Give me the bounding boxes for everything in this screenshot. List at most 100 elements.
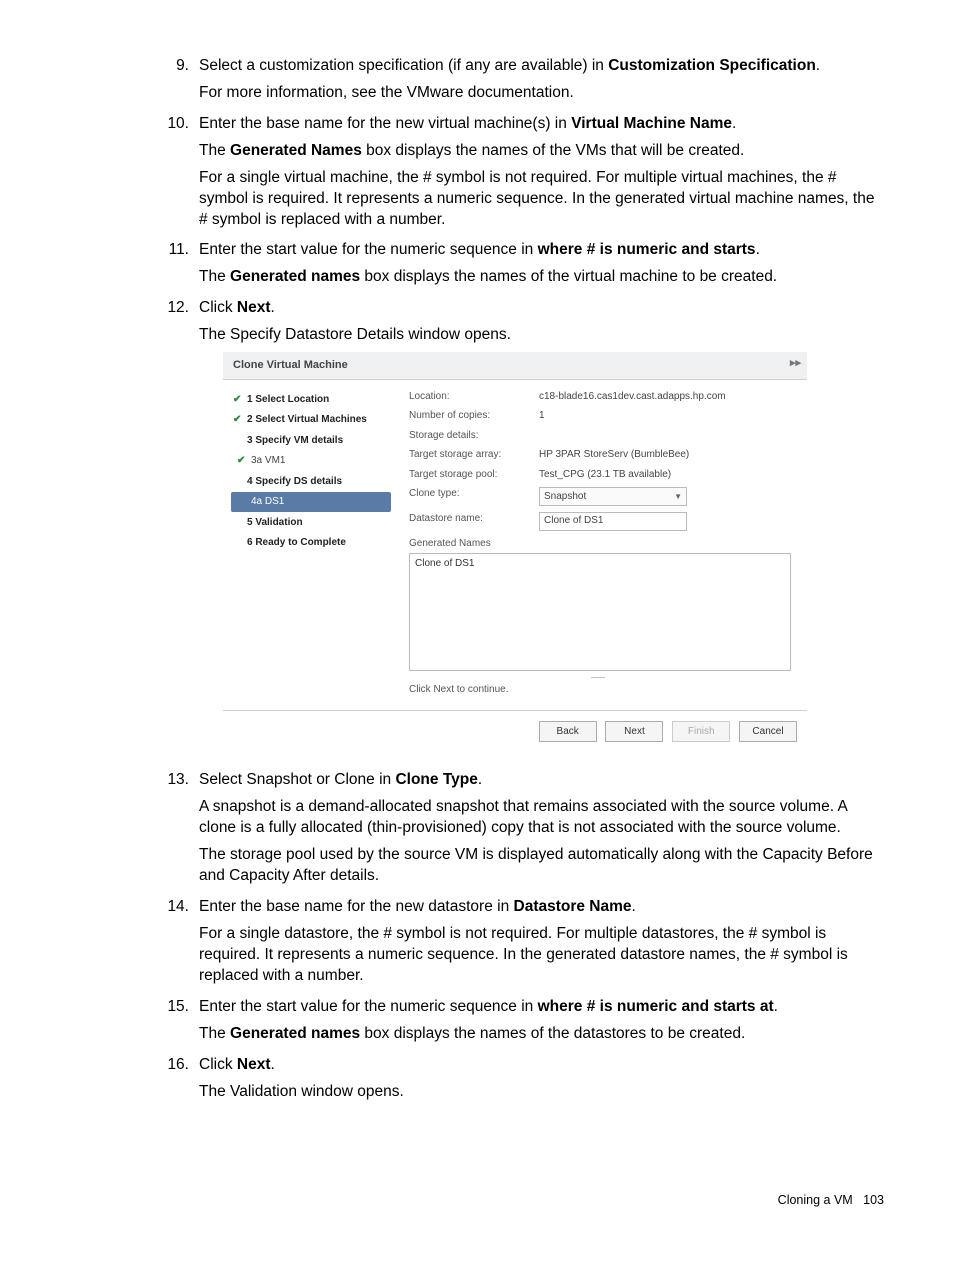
back-button[interactable]: Back <box>539 721 597 743</box>
text: box displays the names of the virtual ma… <box>360 268 777 285</box>
wizard-step-label: 6 Ready to Complete <box>247 536 346 550</box>
paragraph: The Validation window opens. <box>199 1082 884 1103</box>
wizard-step-6[interactable]: 6 Ready to Complete <box>231 533 391 553</box>
paragraph: A snapshot is a demand-allocated snapsho… <box>199 797 884 839</box>
label-generated-names: Generated Names <box>409 537 539 551</box>
step-number: 13. <box>155 770 189 791</box>
step-12: 12. Click Next. The Specify Datastore De… <box>165 298 884 752</box>
paragraph: For more information, see the VMware doc… <box>199 83 884 104</box>
step-number: 15. <box>155 997 189 1018</box>
chevron-down-icon: ▼ <box>674 492 682 503</box>
text: . <box>632 898 636 915</box>
wizard-step-1[interactable]: ✔1 Select Location <box>231 390 391 410</box>
wizard-step-label: 3 Specify VM details <box>247 434 343 448</box>
dialog-title: Clone Virtual Machine <box>233 359 348 371</box>
label-storage-details: Storage details: <box>409 429 539 443</box>
label-copies: Number of copies: <box>409 409 539 423</box>
step-10: 10. Enter the base name for the new virt… <box>165 114 884 231</box>
wizard-step-label: 3a VM1 <box>251 454 285 468</box>
step-11: 11. Enter the start value for the numeri… <box>165 240 884 288</box>
text-bold: Generated names <box>230 268 360 285</box>
step-15: 15. Enter the start value for the numeri… <box>165 997 884 1045</box>
wizard-steps: ✔1 Select Location ✔2 Select Virtual Mac… <box>223 380 399 710</box>
generated-names-box: Clone of DS1 <box>409 553 791 671</box>
text-bold: where # is numeric and starts at <box>538 998 774 1015</box>
step-number: 16. <box>155 1055 189 1076</box>
text-bold: where # is numeric and starts <box>538 241 756 258</box>
step-number: 9. <box>155 56 189 77</box>
step-9: 9. Select a customization specification … <box>165 56 884 104</box>
step-13: 13. Select Snapshot or Clone in Clone Ty… <box>165 770 884 887</box>
finish-button: Finish <box>672 721 730 743</box>
step-number: 10. <box>155 114 189 135</box>
wizard-step-4[interactable]: 4 Specify DS details <box>231 472 391 492</box>
generated-name-item: Clone of DS1 <box>415 558 474 569</box>
text: Click <box>199 299 237 316</box>
step-number: 14. <box>155 897 189 918</box>
check-icon: ✔ <box>233 393 247 407</box>
text: Enter the start value for the numeric se… <box>199 998 538 1015</box>
wizard-step-label: 1 Select Location <box>247 393 329 407</box>
page-footer: Cloning a VM 103 <box>165 1192 884 1209</box>
text: Select Snapshot or Clone in <box>199 771 395 788</box>
label-clone-type: Clone type: <box>409 487 539 506</box>
label-location: Location: <box>409 390 539 404</box>
select-value: Snapshot <box>544 490 586 504</box>
clone-type-select[interactable]: Snapshot ▼ <box>539 487 687 506</box>
value-target-pool: Test_CPG (23.1 TB available) <box>539 468 791 482</box>
text: Enter the base name for the new virtual … <box>199 115 571 132</box>
wizard-step-label: 5 Validation <box>247 516 303 530</box>
value-location: c18-blade16.cas1dev.cast.adapps.hp.com <box>539 390 791 404</box>
footer-text: Cloning a VM <box>778 1193 853 1207</box>
step-number: 12. <box>155 298 189 319</box>
step-number: 11. <box>155 240 189 261</box>
dialog-content: Location:c18-blade16.cas1dev.cast.adapps… <box>399 380 807 710</box>
text-bold: Customization Specification <box>608 57 816 74</box>
dialog-titlebar: Clone Virtual Machine ▸▸ <box>223 352 807 380</box>
text-bold: Generated names <box>230 1025 360 1042</box>
paragraph: The Specify Datastore Details window ope… <box>199 325 884 346</box>
text: . <box>271 299 275 316</box>
text: . <box>478 771 482 788</box>
next-button[interactable]: Next <box>605 721 663 743</box>
paragraph: For a single virtual machine, the # symb… <box>199 168 884 231</box>
text-bold: Datastore Name <box>514 898 632 915</box>
page-number: 103 <box>863 1193 884 1207</box>
text: . <box>756 241 760 258</box>
check-icon: ✔ <box>233 413 247 427</box>
text-bold: Generated Names <box>230 142 362 159</box>
wizard-step-3a[interactable]: ✔3a VM1 <box>231 451 391 471</box>
wizard-step-3[interactable]: 3 Specify VM details <box>231 431 391 451</box>
wizard-step-4a[interactable]: 4a DS1 <box>231 492 391 512</box>
text: The <box>199 1025 230 1042</box>
text: . <box>271 1056 275 1073</box>
text: Enter the base name for the new datastor… <box>199 898 514 915</box>
text-bold: Next <box>237 299 271 316</box>
wizard-step-2[interactable]: ✔2 Select Virtual Machines <box>231 410 391 430</box>
wizard-step-label: 2 Select Virtual Machines <box>247 413 367 427</box>
dialog-footer: Back Next Finish Cancel <box>223 710 807 753</box>
text: The <box>199 142 230 159</box>
value-copies: 1 <box>539 409 791 423</box>
paragraph: For a single datastore, the # symbol is … <box>199 924 884 987</box>
text: box displays the names of the datastores… <box>360 1025 745 1042</box>
paragraph: The storage pool used by the source VM i… <box>199 845 884 887</box>
text-bold: Virtual Machine Name <box>571 115 732 132</box>
dialog-clone-vm: Clone Virtual Machine ▸▸ ✔1 Select Locat… <box>223 352 807 752</box>
step-14: 14. Enter the base name for the new data… <box>165 897 884 987</box>
text: Click <box>199 1056 237 1073</box>
label-target-array: Target storage array: <box>409 448 539 462</box>
value-target-array: HP 3PAR StoreServ (BumbleBee) <box>539 448 791 462</box>
step-16: 16. Click Next. The Validation window op… <box>165 1055 884 1103</box>
cancel-button[interactable]: Cancel <box>739 721 797 743</box>
text-bold: Next <box>237 1056 271 1073</box>
pin-icon[interactable]: ▸▸ <box>790 356 801 371</box>
wizard-step-5[interactable]: 5 Validation <box>231 513 391 533</box>
datastore-name-input[interactable]: Clone of DS1 <box>539 512 687 531</box>
resize-grip-icon[interactable]: — <box>409 673 791 679</box>
text: Select a customization specification (if… <box>199 57 608 74</box>
check-icon: ✔ <box>237 454 251 468</box>
wizard-step-label: 4a DS1 <box>251 495 284 509</box>
wizard-step-label: 4 Specify DS details <box>247 475 342 489</box>
text: . <box>732 115 736 132</box>
